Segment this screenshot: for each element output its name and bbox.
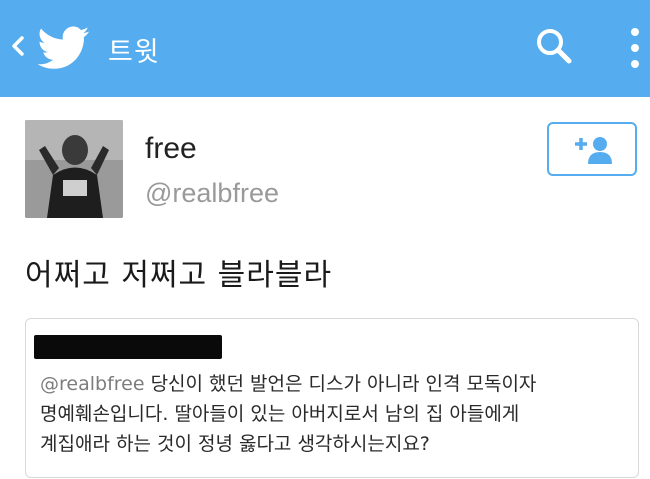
app-bar: 트윗 [0, 0, 650, 97]
reply-line-2: 명예훼손입니다. 딸아들이 있는 아버지로서 남의 집 아들에게 [40, 403, 520, 425]
avatar-image [25, 120, 123, 218]
user-handle[interactable]: @realbfree [145, 178, 279, 209]
quoted-reply-card[interactable]: @realbfree 당신이 했던 발언은 디스가 아니라 인격 모독이자 명예… [25, 318, 639, 478]
chevron-left-icon[interactable] [8, 28, 28, 64]
more-vertical-icon[interactable] [624, 24, 646, 74]
avatar[interactable] [25, 120, 123, 218]
tweet-text: 어쩌고 저쩌고 블라블라 [25, 258, 333, 293]
search-icon[interactable] [532, 24, 576, 68]
follow-button[interactable] [547, 122, 637, 176]
quoted-reply-text: @realbfree 당신이 했던 발언은 디스가 아니라 인격 모독이자 명예… [40, 369, 630, 459]
reply-line-1-text: 당신이 했던 발언은 디스가 아니라 인격 모독이자 [144, 373, 537, 395]
page-title: 트윗 [108, 37, 160, 68]
display-name[interactable]: free [145, 132, 197, 166]
add-user-icon [575, 137, 612, 164]
twitter-bird-icon[interactable] [38, 26, 90, 70]
mention-link[interactable]: @realbfree [40, 373, 145, 395]
reply-line-1: @realbfree 당신이 했던 발언은 디스가 아니라 인격 모독이자 [40, 369, 630, 399]
reply-line-3: 계집애라 하는 것이 정녕 옳다고 생각하시는지요? [40, 433, 430, 455]
redacted-name-bar [34, 335, 222, 359]
